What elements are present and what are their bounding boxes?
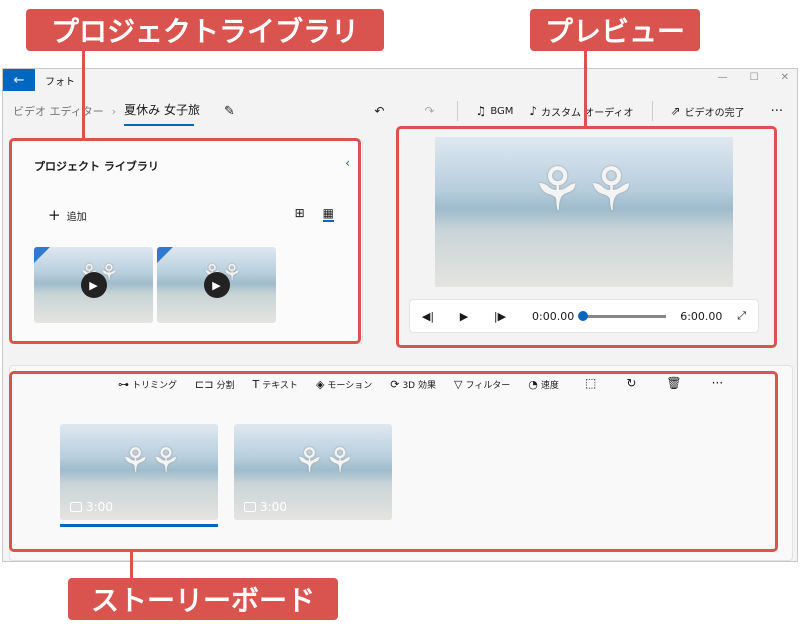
app-title: フォト [45,76,75,88]
storyboard-callout-line [130,552,133,578]
project-name-text: 夏休み 女子旅 [124,102,200,117]
back-button[interactable]: ← [3,69,35,91]
breadcrumb-video-editor[interactable]: ビデオ エディター [13,103,104,119]
finish-video-label: ビデオの完了 [684,107,745,119]
bgm-button[interactable]: ♫ BGM [472,104,518,118]
library-highlight-box [9,138,361,344]
toolbar-divider [456,101,458,121]
editor-toolbar: ビデオ エディター › 夏休み 女子旅 ✎ ↶ ↷ ♫ BGM ♪ カスタム オーデ… [3,91,797,131]
back-arrow-icon: ← [13,72,25,88]
library-callout-line [82,50,85,140]
storyboard-highlight-box [9,371,778,552]
storyboard-callout: ストーリーボード [68,578,338,620]
minimize-button[interactable]: — [718,72,728,83]
undo-icon: ↶ [374,104,385,118]
redo-button[interactable]: ↷ [420,104,442,118]
more-options-button[interactable]: ··· [767,104,787,119]
person-audio-icon: ♪ [529,104,538,118]
maximize-button[interactable]: ☐ [750,72,759,83]
preview-highlight-box [396,126,777,348]
preview-callout: プレビュー [530,9,700,51]
close-button[interactable]: ✕ [781,72,789,83]
project-underline [124,123,195,126]
bgm-label: BGM [490,105,514,117]
project-name: 夏休み 女子旅 [124,101,200,126]
preview-callout-line [584,50,587,128]
library-callout: プロジェクトライブラリ [26,9,384,51]
title-bar: ← フォト — ☐ ✕ [3,69,797,91]
custom-audio-button[interactable]: ♪ カスタム オーディオ [525,104,637,119]
breadcrumb-separator: › [111,104,117,118]
rename-pencil-icon[interactable]: ✎ [224,104,235,119]
redo-icon: ↷ [424,104,435,118]
custom-audio-label: カスタム オーディオ [541,107,634,119]
share-export-icon: ⇗ [670,104,681,118]
finish-video-button[interactable]: ⇗ ビデオの完了 [667,104,749,119]
toolbar-divider [651,101,653,121]
music-note-icon: ♫ [475,104,487,118]
undo-button[interactable]: ↶ [370,104,392,118]
